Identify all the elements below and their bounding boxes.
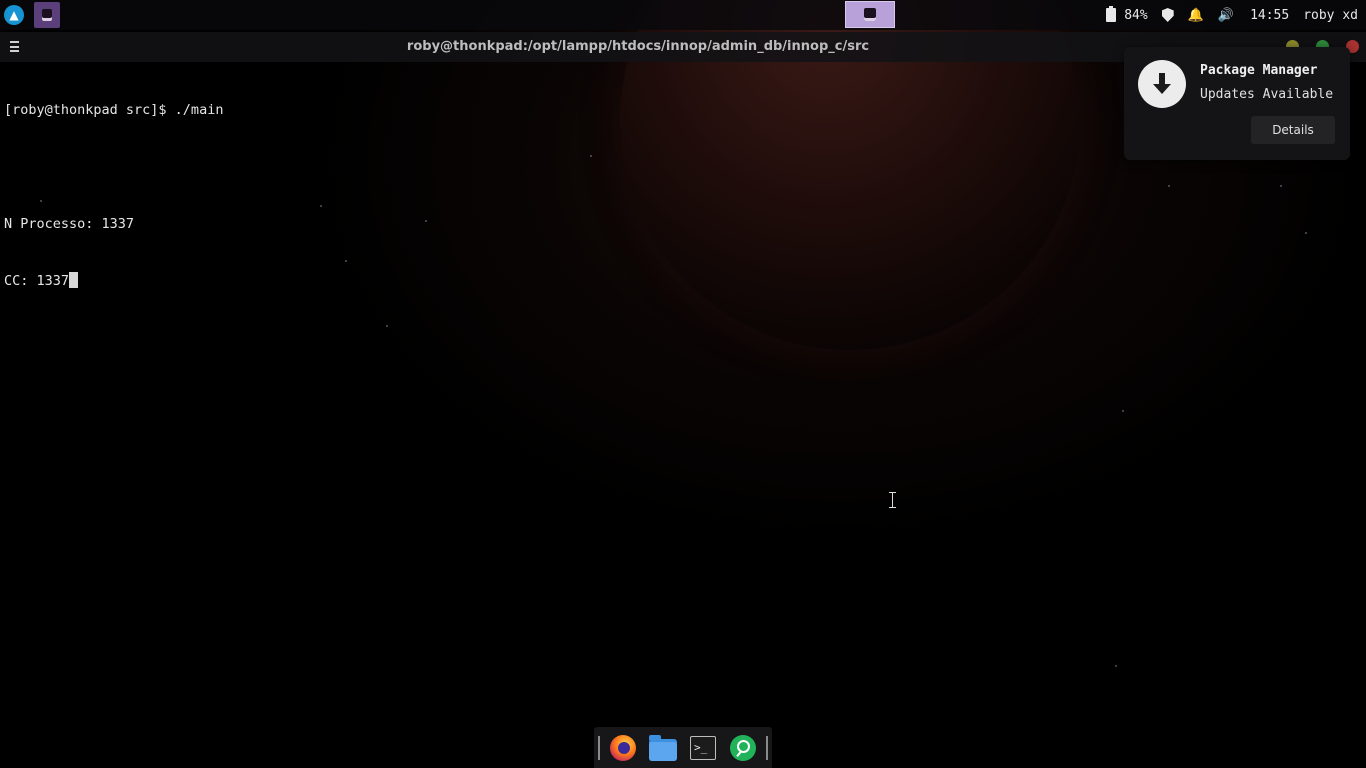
taskbar-window-thumbnail[interactable] (34, 2, 60, 28)
shield-icon[interactable] (1161, 8, 1174, 22)
terminal-icon-glyph: >_ (690, 735, 716, 760)
ibeam-cursor-icon (888, 492, 897, 508)
terminal-icon[interactable]: >_ (688, 733, 718, 763)
system-tray: 84% 🔔 🔊 14:55 roby xd (1106, 0, 1358, 30)
top-panel: ▲ 84% 🔔 🔊 14:55 roby xd (0, 0, 1366, 30)
arch-logo-icon[interactable]: ▲ (4, 5, 24, 25)
wallpaper-star (1122, 410, 1124, 412)
notification-title: Package Manager (1200, 63, 1318, 78)
firefox-icon[interactable] (608, 733, 638, 763)
terminal-output[interactable]: [roby@thonkpad src]$ ./main N Processo: … (4, 63, 223, 329)
terminal-line-text: CC: 1337 (4, 273, 70, 289)
terminal-line: [roby@thonkpad src]$ ./main (4, 102, 224, 118)
desktop: ▲ 84% 🔔 🔊 14:55 roby xd roby@thonkpad:/o… (0, 0, 1366, 768)
notification-body: Updates Available (1200, 87, 1334, 102)
dock-separator (766, 735, 768, 760)
download-arrow-icon (1138, 60, 1186, 108)
notification-popup[interactable]: Package Manager Updates Available Detail… (1124, 47, 1350, 160)
wallpaper-star (425, 220, 427, 222)
wallpaper-star (1168, 185, 1170, 187)
terminal-line: N Processo: 1337 (4, 216, 135, 232)
wallpaper-star (1305, 232, 1307, 234)
file-manager-icon[interactable] (648, 733, 678, 763)
wallpaper-star (345, 260, 347, 262)
clock[interactable]: 14:55 (1250, 8, 1289, 23)
search-app-icon[interactable] (728, 733, 758, 763)
battery-percent: 84% (1124, 7, 1148, 23)
taskbar-active-window[interactable] (845, 1, 895, 28)
dock-separator (598, 735, 600, 760)
app-cube-icon (42, 9, 52, 21)
wallpaper-star (590, 155, 592, 157)
user-name[interactable]: roby xd (1303, 8, 1358, 23)
wallpaper-star (320, 205, 322, 207)
terminal-title: roby@thonkpad:/opt/lampp/htdocs/innop/ad… (406, 39, 870, 54)
details-button[interactable]: Details (1251, 116, 1335, 144)
terminal-line: CC: 1337 (4, 272, 223, 291)
dock: >_ (594, 727, 772, 768)
text-cursor (69, 272, 79, 288)
wallpaper-star (386, 325, 388, 327)
wallpaper-star (1280, 185, 1282, 187)
volume-icon[interactable]: 🔊 (1218, 8, 1234, 23)
app-cube-icon (864, 8, 876, 21)
wallpaper-star (1115, 665, 1117, 667)
battery-icon[interactable] (1106, 6, 1117, 22)
bell-icon[interactable]: 🔔 (1188, 8, 1204, 23)
